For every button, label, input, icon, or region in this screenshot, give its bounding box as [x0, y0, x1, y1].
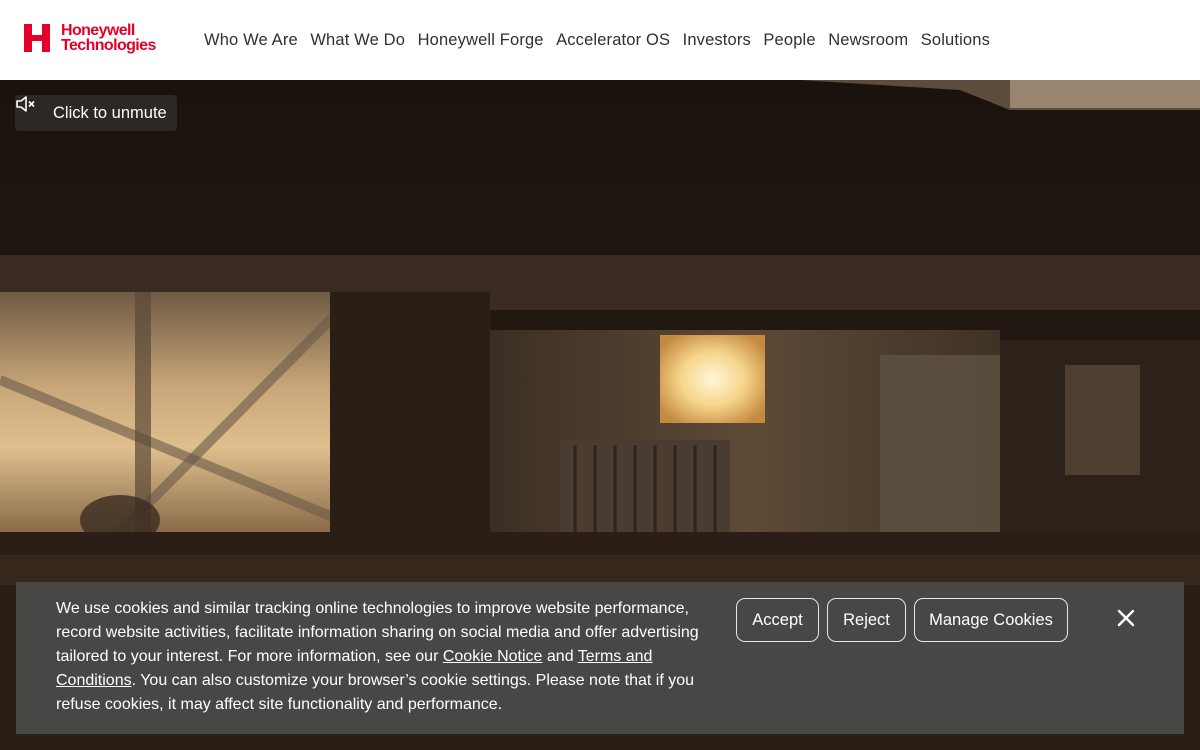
nav-item-investors[interactable]: Investors — [683, 31, 751, 50]
nav-item-honeywell-forge[interactable]: Honeywell Forge — [418, 31, 544, 50]
main-nav: Who We Are What We Do Honeywell Forge Ac… — [204, 0, 1002, 80]
site-header: Honeywell Technologies Who We Are What W… — [0, 0, 1200, 80]
nav-item-who-we-are[interactable]: Who We Are — [204, 31, 298, 50]
cookie-banner: We use cookies and similar tracking onli… — [16, 582, 1184, 734]
cookie-text-part-2: and — [542, 648, 578, 665]
nav-item-newsroom[interactable]: Newsroom — [828, 31, 908, 50]
nav-item-accelerator-os[interactable]: Accelerator OS — [556, 31, 670, 50]
brand-line-1: Honeywell — [61, 22, 135, 39]
cookie-text-part-3: . You can also customize your browser’s … — [56, 672, 694, 713]
nav-item-what-we-do[interactable]: What We Do — [310, 31, 405, 50]
manage-cookies-button[interactable]: Manage Cookies — [914, 598, 1068, 642]
nav-item-solutions[interactable]: Solutions — [921, 31, 990, 50]
nav-item-people[interactable]: People — [763, 31, 815, 50]
honeywell-logo[interactable]: Honeywell Technologies — [24, 22, 156, 54]
cookie-message: We use cookies and similar tracking onli… — [56, 597, 706, 717]
speaker-muted-icon — [16, 96, 46, 122]
accept-cookies-button[interactable]: Accept — [736, 598, 819, 642]
close-icon[interactable] — [1116, 608, 1136, 628]
unmute-button[interactable]: Click to unmute — [15, 95, 177, 131]
unmute-label: Click to unmute — [53, 103, 167, 122]
cookie-notice-link[interactable]: Cookie Notice — [443, 648, 543, 665]
brand-wordmark: Honeywell Technologies — [61, 22, 156, 54]
reject-cookies-button[interactable]: Reject — [827, 598, 906, 642]
brand-line-2: Technologies — [61, 37, 156, 54]
honeywell-h-icon — [24, 24, 50, 52]
